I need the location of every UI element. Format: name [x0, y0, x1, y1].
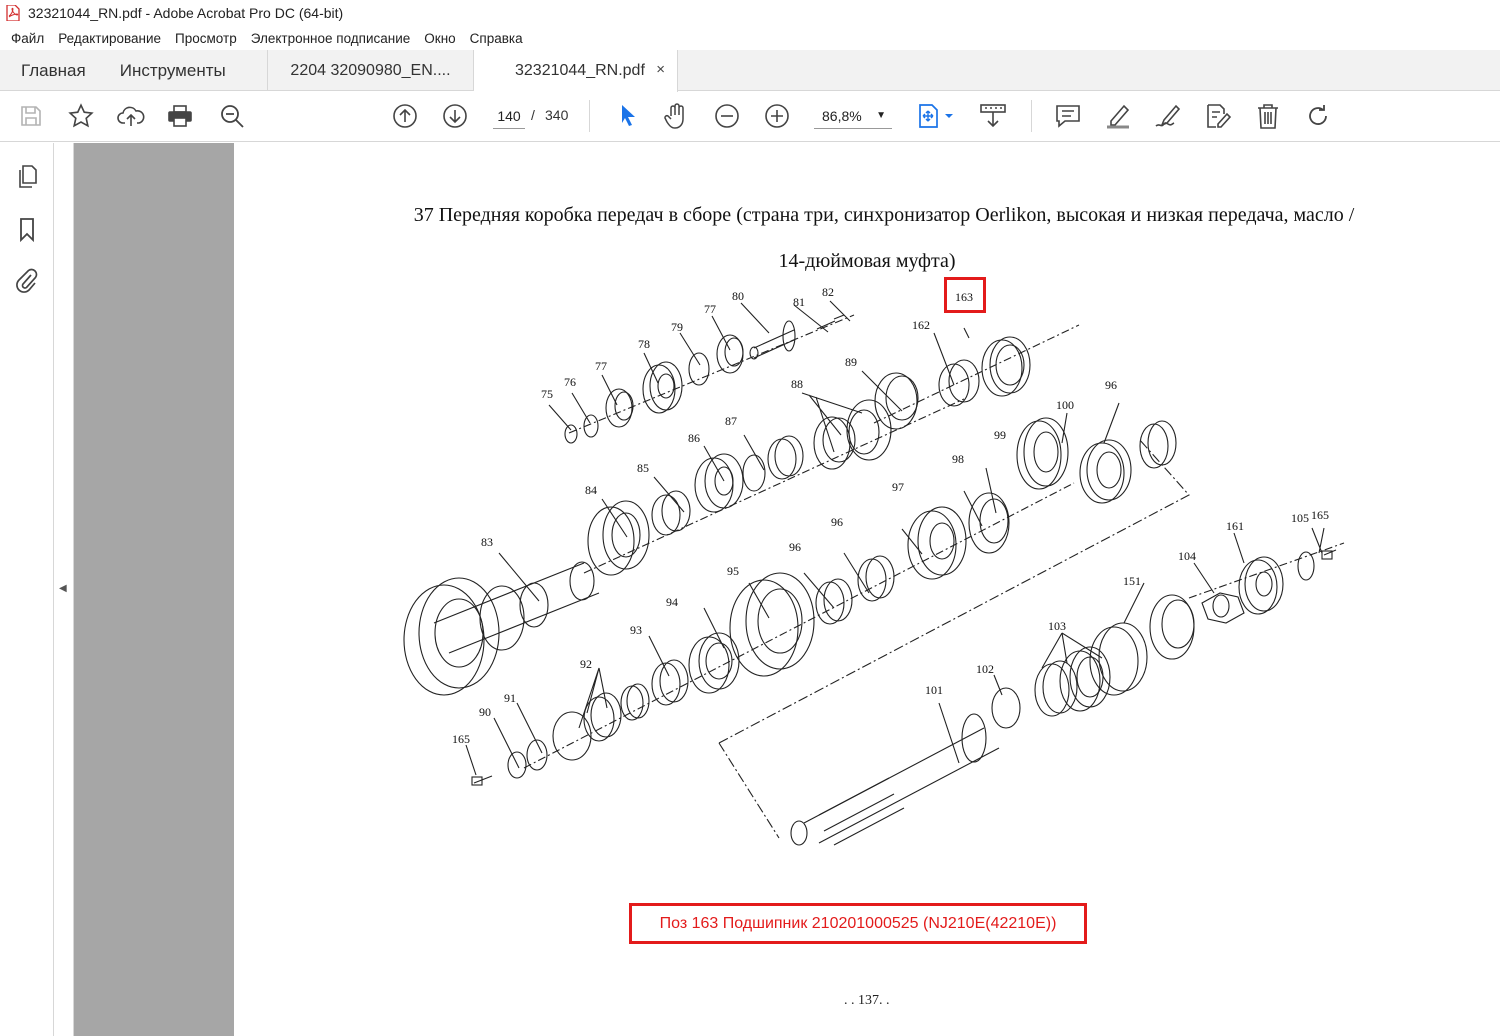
- home-tools-tabs: Главная Инструменты: [0, 50, 268, 91]
- page-number-input[interactable]: 140: [493, 105, 525, 129]
- part-label: 103: [1048, 619, 1066, 633]
- rotate-icon[interactable]: [1304, 102, 1332, 130]
- part-label: 83: [481, 535, 493, 549]
- edit-pdf-icon[interactable]: [1204, 102, 1232, 130]
- previous-page-icon[interactable]: [391, 102, 419, 130]
- panel-collapse-strip[interactable]: ◀: [54, 143, 74, 1036]
- tab-document-2[interactable]: 32321044_RN.pdf ×: [474, 50, 678, 92]
- pdf-file-icon: [6, 5, 20, 21]
- part-label: 90: [479, 705, 491, 719]
- tab-document-1[interactable]: 2204 32090980_EN....: [268, 50, 474, 91]
- zoom-level-value: 86,8%: [822, 108, 862, 124]
- window-title: 32321044_RN.pdf - Adobe Acrobat Pro DC (…: [28, 5, 344, 21]
- part-label: 104: [1178, 549, 1196, 563]
- toolbar: 140 / 340 86,8% ▼: [0, 92, 1500, 142]
- highlight-note-box: Поз 163 Подшипник 210201000525 (NJ210E(4…: [629, 903, 1087, 944]
- menu-edit[interactable]: Редактирование: [51, 31, 168, 46]
- zoom-in-icon[interactable]: [763, 102, 791, 130]
- tab-home[interactable]: Главная: [21, 61, 86, 81]
- part-label: 78: [638, 337, 650, 351]
- page-separator: /: [531, 107, 535, 123]
- part-label: 151: [1123, 574, 1141, 588]
- zoom-search-icon[interactable]: [218, 102, 246, 130]
- page-total: 340: [545, 107, 569, 123]
- part-label: 91: [504, 691, 516, 705]
- part-label: 92: [580, 657, 592, 671]
- menu-esign[interactable]: Электронное подписание: [244, 31, 418, 46]
- fit-page-icon[interactable]: [915, 102, 959, 130]
- left-navigation-panel: [0, 143, 54, 1036]
- part-label: 96: [789, 540, 801, 554]
- part-label: 94: [666, 595, 678, 609]
- part-label: 84: [585, 483, 597, 497]
- part-label: 100: [1056, 398, 1074, 412]
- zoom-level-dropdown[interactable]: 86,8% ▼: [814, 105, 892, 129]
- highlight-pen-icon[interactable]: [1104, 102, 1132, 130]
- print-icon[interactable]: [166, 102, 194, 130]
- tab-close-icon[interactable]: ×: [656, 61, 665, 78]
- part-label: 165: [1311, 508, 1329, 522]
- part-label: 87: [725, 414, 737, 428]
- tab-document-2-label: 32321044_RN.pdf: [515, 62, 645, 79]
- part-label: 79: [671, 320, 683, 334]
- menu-window[interactable]: Окно: [417, 31, 462, 46]
- part-label: 162: [912, 318, 930, 332]
- attachment-paperclip-icon[interactable]: [14, 266, 40, 294]
- part-label: 77: [704, 302, 716, 316]
- part-label: 85: [637, 461, 649, 475]
- zoom-out-icon[interactable]: [713, 102, 741, 130]
- part-75-ring: [564, 424, 578, 444]
- part-label: 88: [791, 377, 803, 391]
- tab-bar: Главная Инструменты 2204 32090980_EN....…: [0, 50, 1500, 92]
- scroll-mode-icon[interactable]: [979, 102, 1007, 130]
- page-footer-number: . . 137. .: [844, 993, 890, 1008]
- document-viewer-background: [74, 143, 234, 1036]
- part-label: 76: [564, 375, 576, 389]
- comment-icon[interactable]: [1054, 102, 1082, 130]
- toolbar-divider: [1031, 100, 1032, 132]
- pdf-page: 37 Передняя коробка передач в сборе (стр…: [234, 143, 1500, 1036]
- part-label: 89: [845, 355, 857, 369]
- part-label: 165: [452, 732, 470, 746]
- menu-file[interactable]: Файл: [4, 31, 51, 46]
- sign-pen-icon[interactable]: [1154, 102, 1182, 130]
- highlight-note-text: Поз 163 Подшипник 210201000525 (NJ210E(4…: [659, 914, 1057, 932]
- part-label: 95: [727, 564, 739, 578]
- menu-help[interactable]: Справка: [463, 31, 530, 46]
- part-label: 161: [1226, 519, 1244, 533]
- collapse-left-arrow-icon[interactable]: ◀: [59, 583, 67, 594]
- bookmark-icon[interactable]: [14, 216, 40, 244]
- highlight-box-part-163: [944, 277, 986, 313]
- part-label: 98: [952, 452, 964, 466]
- save-icon[interactable]: [17, 102, 45, 130]
- pages-thumbnails-icon[interactable]: [14, 163, 40, 191]
- title-bar: 32321044_RN.pdf - Adobe Acrobat Pro DC (…: [0, 0, 1500, 26]
- hand-tool-icon[interactable]: [663, 102, 691, 130]
- star-icon[interactable]: [67, 102, 95, 130]
- part-label: 80: [732, 289, 744, 303]
- part-label: 102: [976, 662, 994, 676]
- part-label: 96: [831, 515, 843, 529]
- menu-view[interactable]: Просмотр: [168, 31, 244, 46]
- part-label: 96: [1105, 378, 1117, 392]
- next-page-icon[interactable]: [441, 102, 469, 130]
- part-label: 75: [541, 387, 553, 401]
- part-label: 77: [595, 359, 607, 373]
- part-label: 93: [630, 623, 642, 637]
- part-label: 101: [925, 683, 943, 697]
- cloud-upload-icon[interactable]: [117, 102, 145, 130]
- chevron-down-icon: ▼: [876, 110, 886, 121]
- part-label: 105: [1291, 511, 1309, 525]
- part-label: 99: [994, 428, 1006, 442]
- delete-trash-icon[interactable]: [1254, 102, 1282, 130]
- part-label: 82: [822, 285, 834, 299]
- menu-bar: Файл Редактирование Просмотр Электронное…: [0, 27, 1500, 49]
- part-label: 97: [892, 480, 904, 494]
- part-label: 81: [793, 295, 805, 309]
- part-label: 86: [688, 431, 700, 445]
- toolbar-divider: [589, 100, 590, 132]
- select-cursor-icon[interactable]: [614, 102, 642, 130]
- tab-tools[interactable]: Инструменты: [120, 61, 226, 81]
